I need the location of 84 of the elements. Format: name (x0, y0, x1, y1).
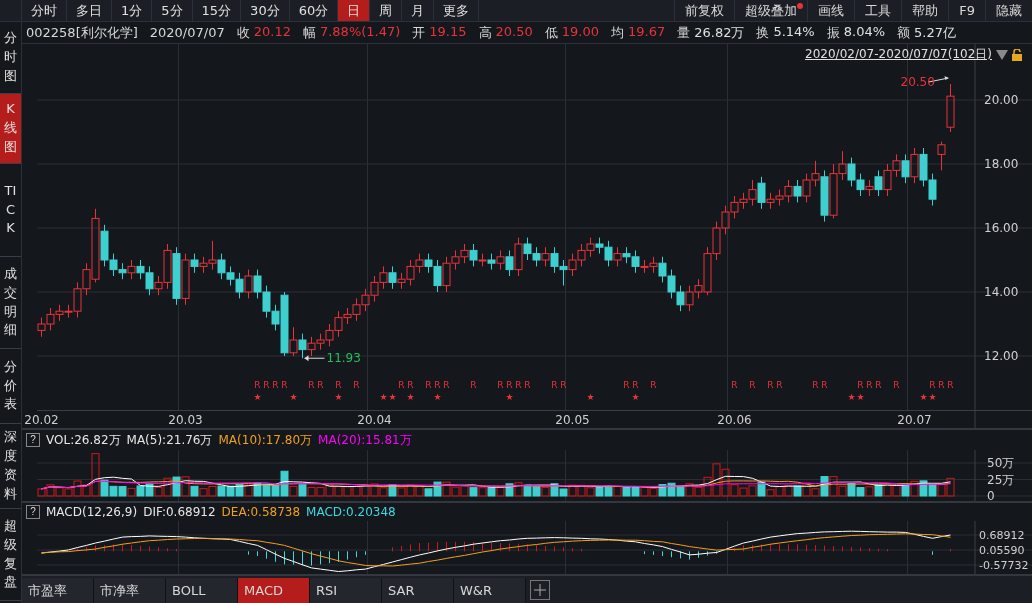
indicator-tab[interactable]: 市净率 (94, 578, 166, 603)
side-tab[interactable]: TICK (0, 164, 21, 257)
price-axis-label: 18.00 (984, 157, 1019, 171)
indicator-value: VOL:26.82万 (46, 431, 121, 449)
help-button[interactable]: ? (26, 505, 40, 519)
price-axis-label: 16.00 (984, 221, 1019, 235)
quote-label: 幅 (302, 23, 316, 42)
side-tab[interactable]: K线图 (0, 94, 21, 164)
macd-axis-label: 0.05590 (979, 544, 1025, 557)
high-price-label: 20.50 (900, 75, 935, 89)
indicator-tab[interactable]: W&R (454, 578, 526, 603)
period-tab[interactable]: 30分 (241, 0, 290, 21)
side-tab[interactable]: 分价表 (0, 349, 21, 424)
stock-name: 002258[利尔化学] (26, 23, 138, 42)
period-tab[interactable]: 15分 (192, 0, 242, 21)
period-tab[interactable]: 5分 (152, 0, 193, 21)
menu-button[interactable]: 帮助 (901, 0, 949, 21)
quote-value: 19.15 (429, 23, 467, 41)
volume-axis-label: 50万 (987, 456, 1015, 470)
menu-button[interactable]: 前复权 (674, 0, 735, 21)
quote-value: 5.27亿 (914, 23, 956, 42)
indicator-tab[interactable]: 市盈率 (22, 578, 94, 603)
volume-axis-label: 25万 (987, 472, 1015, 487)
low-price-label: 11.93 (326, 351, 361, 366)
volume-axis-label: 0 (987, 489, 995, 501)
indicator-value: MACD:0.20348 (306, 505, 396, 519)
indicator-value: MA(20):15.81万 (318, 431, 412, 449)
period-tab[interactable]: 更多 (434, 0, 480, 21)
menu-button[interactable]: 超级叠加 (734, 0, 808, 21)
quote-value: 19.67 (628, 23, 666, 41)
period-tab[interactable]: 多日 (67, 0, 112, 21)
quote-label: 高 (478, 23, 492, 42)
quote-label: 换 (756, 23, 770, 42)
help-button[interactable]: ? (26, 433, 40, 447)
quote-value: 20.50 (495, 23, 533, 41)
quote-date: 2020/07/07 (149, 25, 225, 40)
quote-value: 5.14% (773, 23, 815, 41)
menu-button[interactable]: 隐藏 (985, 0, 1032, 21)
menu-button[interactable]: 画线 (807, 0, 855, 21)
indicator-value: MA(5):21.76万 (126, 431, 213, 449)
indicator-value: DIF:0.68912 (143, 505, 216, 519)
quote-value: 8.04% (843, 23, 886, 41)
period-tab[interactable]: 分时 (22, 0, 67, 21)
quote-value: 7.88%(1.47) (319, 23, 401, 41)
quote-value: 20.12 (253, 23, 291, 41)
macd-axis-label: -0.57732 (979, 559, 1029, 572)
date-axis-label: 20.02 (24, 413, 59, 427)
quote-label: 开 (412, 23, 426, 42)
quote-value: 26.82万 (694, 23, 745, 42)
date-axis-label: 20.04 (357, 413, 392, 427)
period-tab[interactable]: 日 (338, 0, 371, 21)
macd-axis-label: 0.68912 (979, 529, 1025, 542)
quote-label: 低 (544, 23, 558, 42)
price-axis-label: 12.00 (984, 349, 1019, 363)
menu-button[interactable]: F9 (948, 0, 985, 21)
date-axis-label: 20.06 (717, 413, 752, 427)
date-axis-label: 20.07 (897, 413, 932, 427)
period-tab[interactable]: 周 (370, 0, 403, 21)
indicator-tab[interactable]: BOLL (166, 578, 238, 603)
side-tab[interactable]: 成交明细 (0, 257, 21, 349)
date-axis-label: 20.03 (168, 413, 203, 427)
signal-r-row: RRRR RR R R RR RRR R RRRR RR RR R R R RR RR RRR R RRR (254, 380, 954, 390)
indicator-value: DEA:0.58738 (221, 505, 301, 519)
indicator-value: MA(10):17.80万 (218, 431, 313, 449)
period-tab[interactable]: 月 (402, 0, 435, 21)
side-tab[interactable]: 超级复盘 (0, 509, 21, 601)
date-axis-label: 20.05 (555, 413, 590, 427)
price-axis-label: 14.00 (984, 285, 1019, 299)
indicator-tab[interactable]: SAR (382, 578, 454, 603)
signal-star-row: ★ ★ ★ ★★ ★ ★ ★ ★ ★ ★★ ★★ (253, 392, 937, 402)
quote-label: 收 (236, 23, 250, 42)
indicator-value: MACD(12,26,9) (46, 505, 138, 519)
quote-label: 振 (826, 23, 840, 42)
price-axis-label: 20.00 (984, 93, 1019, 107)
menu-button[interactable]: 工具 (854, 0, 902, 21)
quote-label: 量 (677, 23, 691, 42)
side-tab[interactable]: 深度资料 (0, 424, 21, 509)
period-tab[interactable]: 1分 (112, 0, 153, 21)
quote-value: 19.00 (561, 23, 599, 41)
indicator-tab[interactable]: MACD (238, 578, 310, 603)
indicator-tab[interactable]: RSI (310, 578, 382, 603)
date-range-link[interactable]: 2020/02/07-2020/07/07(102日) (805, 46, 992, 63)
quote-label: 均 (611, 23, 624, 42)
quote-label: 额 (897, 23, 911, 42)
